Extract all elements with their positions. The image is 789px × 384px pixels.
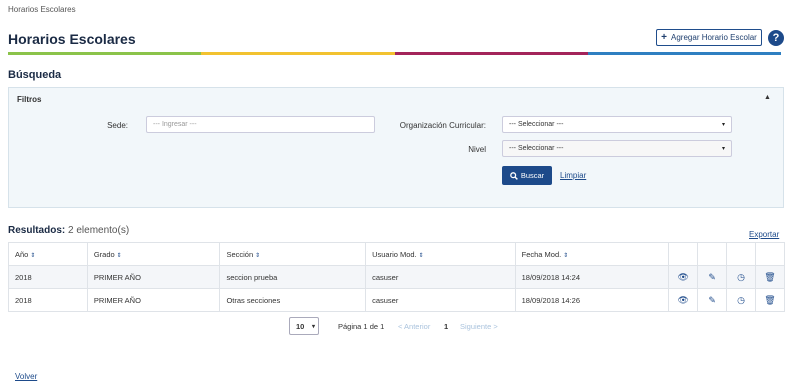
back-link[interactable]: Volver <box>15 372 37 381</box>
view-icon[interactable]: 👁 <box>677 272 688 282</box>
nivel-value: --- Seleccionar --- <box>509 145 564 152</box>
plus-icon: + <box>661 31 668 43</box>
search-icon <box>509 171 518 180</box>
sort-icon: ⇕ <box>418 252 424 259</box>
view-icon[interactable]: 👁 <box>677 295 688 305</box>
clear-link[interactable]: Limpiar <box>560 171 586 180</box>
page-info: Página 1 de 1 <box>338 322 385 331</box>
table-row: 2018 PRIMER AÑO seccion prueba casuser 1… <box>8 265 786 289</box>
chevron-down-icon: ▾ <box>721 122 725 128</box>
page-size-value: 10 <box>296 321 305 331</box>
column-header-grade[interactable]: Grado ⇕ <box>86 242 221 266</box>
results-label: Resultados: <box>8 225 66 236</box>
results-title: Resultados: 2 elemento(s) <box>8 225 129 236</box>
nivel-label: Nivel <box>468 145 486 154</box>
cell-user: casuser <box>365 288 516 312</box>
edit-icon[interactable]: ✎ <box>708 295 716 305</box>
filters-title[interactable]: Filtros <box>17 95 41 104</box>
color-segment-magenta <box>394 52 588 55</box>
color-segment-yellow <box>201 52 395 55</box>
sort-icon: ⇕ <box>563 252 569 259</box>
search-section-title: Búsqueda <box>8 69 62 81</box>
chevron-down-icon: ▾ <box>311 323 315 330</box>
column-header-section[interactable]: Sección ⇕ <box>219 242 367 266</box>
results-count: 2 elemento(s) <box>68 225 130 236</box>
cell-year: 2018 <box>8 265 88 289</box>
results-table: Año ⇕ Grado ⇕ Sección ⇕ Usuario Mod. ⇕ Fecha… <box>8 242 786 312</box>
table-header-row: Año ⇕ Grado ⇕ Sección ⇕ Usuario Mod. ⇕ Fecha… <box>8 242 786 266</box>
cell-date: 18/09/2018 14:24 <box>514 265 670 289</box>
current-page-number[interactable]: 1 <box>444 322 448 331</box>
next-page-link[interactable]: Siguiente > <box>460 322 498 331</box>
actions-header <box>754 242 786 266</box>
cell-year: 2018 <box>8 288 88 312</box>
help-icon[interactable]: ? <box>768 30 784 46</box>
sede-label: Sede: <box>107 121 128 130</box>
cell-grade: PRIMER AÑO <box>86 288 221 312</box>
history-icon[interactable]: ◷ <box>737 295 745 305</box>
export-link[interactable]: Exportar <box>749 230 779 239</box>
column-header-year[interactable]: Año ⇕ <box>8 242 88 266</box>
sort-icon: ⇕ <box>30 252 36 259</box>
color-segment-blue <box>587 52 781 55</box>
color-segment-green <box>8 52 202 55</box>
column-header-date[interactable]: Fecha Mod. ⇕ <box>514 242 670 266</box>
prev-page-link[interactable]: < Anterior <box>398 322 430 331</box>
page-size-select[interactable]: 10 ▾ <box>289 317 319 335</box>
cell-user: casuser <box>365 265 516 289</box>
org-curricular-value: --- Seleccionar --- <box>509 121 564 128</box>
cell-section: Otras secciones <box>219 288 367 312</box>
search-button-label: Buscar <box>520 171 545 180</box>
actions-header <box>668 242 699 266</box>
history-icon[interactable]: ◷ <box>737 272 745 282</box>
search-button[interactable]: Buscar <box>502 166 552 185</box>
cell-date: 18/09/2018 14:26 <box>514 288 670 312</box>
cell-section: seccion prueba <box>219 265 367 289</box>
delete-icon[interactable]: 🗑 <box>764 272 775 282</box>
page-title: Horarios Escolares <box>8 31 136 47</box>
org-curricular-label: Organización Curricular: <box>399 121 486 130</box>
cell-grade: PRIMER AÑO <box>86 265 221 289</box>
nivel-select[interactable]: --- Seleccionar --- ▾ <box>502 140 732 157</box>
delete-icon[interactable]: 🗑 <box>764 295 775 305</box>
collapse-icon[interactable]: ▲ <box>764 94 771 101</box>
actions-header <box>697 242 728 266</box>
breadcrumb: Horarios Escolares <box>8 5 76 14</box>
sort-icon: ⇕ <box>255 252 261 259</box>
edit-icon[interactable]: ✎ <box>708 272 716 282</box>
add-schedule-button[interactable]: + Agregar Horario Escolar <box>656 29 762 46</box>
column-header-user[interactable]: Usuario Mod. ⇕ <box>365 242 516 266</box>
add-schedule-label: Agregar Horario Escolar <box>671 33 757 42</box>
chevron-down-icon: ▾ <box>721 146 725 152</box>
org-curricular-select[interactable]: --- Seleccionar --- ▾ <box>502 116 732 133</box>
sede-input[interactable]: --- Ingresar --- <box>146 116 375 133</box>
actions-header <box>726 242 756 266</box>
table-row: 2018 PRIMER AÑO Otras secciones casuser … <box>8 288 786 312</box>
color-bar <box>8 52 781 55</box>
sort-icon: ⇕ <box>116 252 122 259</box>
